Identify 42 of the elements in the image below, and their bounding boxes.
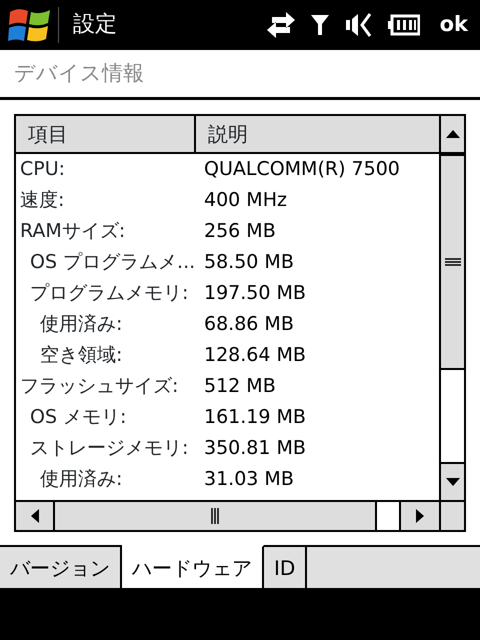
column-header[interactable]: 説明 bbox=[196, 116, 248, 152]
ok-button[interactable]: ok bbox=[436, 9, 472, 41]
item-value: 161.19 MB bbox=[204, 405, 306, 430]
item-value: 400 MHz bbox=[204, 188, 287, 214]
item-value: 128.64 MB bbox=[204, 343, 306, 368]
item-label: OS プログラムメ... bbox=[29, 250, 196, 276]
scroll-right-button[interactable] bbox=[399, 502, 439, 530]
scrollbar-thumb[interactable] bbox=[441, 154, 464, 370]
item-value: 512 MB bbox=[204, 374, 276, 400]
left-triangle-icon bbox=[30, 509, 38, 523]
antenna-icon[interactable] bbox=[310, 13, 330, 37]
item-value: 350.81 MB bbox=[204, 436, 306, 462]
item-label: 空き領域: bbox=[39, 343, 124, 368]
down-triangle-icon bbox=[446, 478, 460, 486]
item-label: 使用済み: bbox=[39, 467, 124, 492]
page-title: デバイス情報 bbox=[14, 60, 144, 87]
scrollbar-thumb[interactable] bbox=[53, 502, 377, 530]
item-value: 68.86 MB bbox=[204, 312, 294, 338]
item-label: RAMサイズ: bbox=[19, 219, 126, 244]
item-label: CPU: bbox=[19, 157, 66, 182]
scroll-left-button[interactable] bbox=[16, 502, 53, 530]
item-value: 197.50 MB bbox=[204, 281, 306, 306]
item-value: 31.03 MB bbox=[204, 467, 294, 492]
up-triangle-icon bbox=[446, 130, 460, 138]
right-triangle-icon bbox=[416, 509, 424, 523]
item-label: ストレージメモリ: bbox=[29, 436, 190, 462]
item-label: プログラムメモリ: bbox=[29, 281, 190, 306]
item-label: 速度: bbox=[19, 188, 66, 214]
scroll-down-button[interactable] bbox=[441, 462, 464, 500]
scroll-up-button[interactable] bbox=[441, 116, 464, 154]
battery-icon[interactable] bbox=[388, 13, 420, 37]
speaker-icon[interactable] bbox=[344, 11, 374, 39]
item-label: フラッシュサイズ: bbox=[19, 374, 180, 400]
sync-arrows-icon[interactable] bbox=[266, 11, 296, 39]
item-value: QUALCOMM(R) 7500 bbox=[204, 157, 400, 182]
app-title: 設定 bbox=[73, 14, 117, 36]
tab[interactable]: ハードウェア bbox=[122, 545, 264, 588]
item-label: 使用済み: bbox=[39, 312, 124, 338]
item-label: OS メモリ: bbox=[29, 405, 128, 430]
item-value: 58.50 MB bbox=[204, 250, 294, 276]
item-value: 256 MB bbox=[204, 219, 276, 244]
column-header[interactable]: 項目 bbox=[16, 116, 196, 152]
